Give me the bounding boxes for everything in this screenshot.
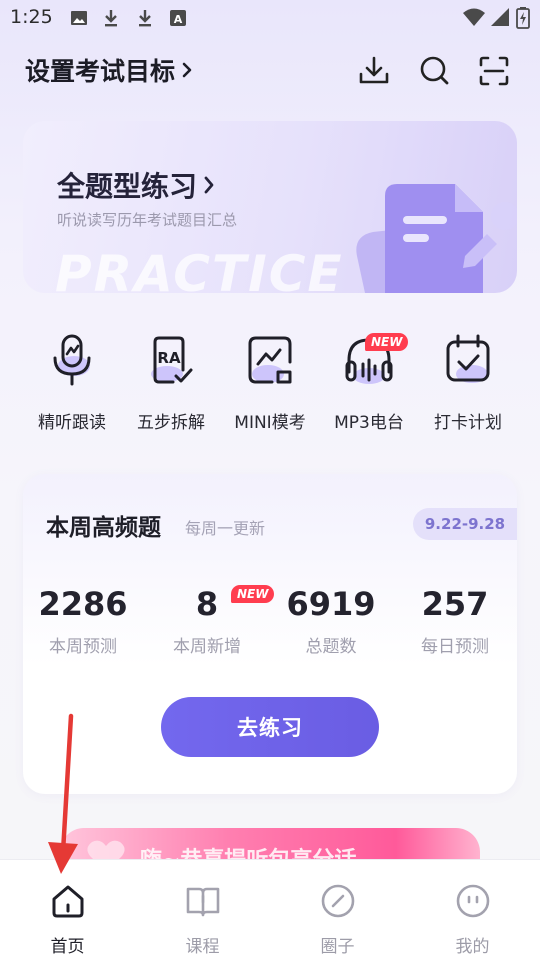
tool-label: 五步拆解 [137,413,205,433]
download-icon [359,56,389,84]
tool-checkin-plan[interactable]: 打卡计划 [418,332,518,433]
home-icon [52,885,84,918]
nav-label: 圈子 [320,937,355,957]
ra-icon-text: RA [157,349,181,367]
chevron-right-icon [204,176,214,194]
nav-item-home[interactable]: 首页 [0,860,135,960]
search-icon [420,56,449,85]
scan-icon [479,56,509,86]
stat-daily-prediction[interactable]: 257 每日预测 [395,584,515,657]
tool-mp3-radio[interactable]: NEW MP3电台 [319,332,419,433]
nav-item-courses[interactable]: 课程 [135,860,270,960]
mini-exam-icon [248,336,292,384]
tool-label: 精听跟读 [38,413,106,433]
stat-total-questions[interactable]: 6919 总题数 [271,584,391,657]
quick-tools: 精听跟读 RA 五步拆解 MINI模考 NEW MP3电台 打卡计划 [0,332,540,442]
tool-mini-exam[interactable]: MINI模考 [220,332,320,433]
tool-label: 打卡计划 [434,413,502,433]
scan-button[interactable] [477,54,511,88]
document-illustration-icon [356,184,517,293]
microphone-icon [53,334,91,386]
nav-label: 我的 [455,937,490,957]
tool-five-step[interactable]: RA 五步拆解 [121,332,221,433]
stat-label: 总题数 [305,637,357,657]
book-icon [186,887,220,917]
new-badge: NEW [365,333,409,351]
nav-item-profile[interactable]: 我的 [405,860,540,960]
exam-goal-selector[interactable]: 设置考试目标 [25,52,193,88]
wifi-icon [463,8,485,26]
tool-intensive-listening[interactable]: 精听跟读 [22,332,122,433]
date-range-badge: 9.22-9.28 [413,508,517,540]
svg-text:A: A [174,13,183,26]
image-icon [71,11,87,25]
status-time: 1:25 [10,6,53,28]
nav-label: 课程 [185,937,220,957]
stat-value: 6919 [286,585,376,623]
stat-value: 2286 [38,585,128,623]
download-button[interactable] [357,54,391,88]
chevron-right-icon [182,62,192,78]
face-icon [456,884,490,918]
stat-label: 每日预测 [421,637,489,657]
nav-item-community[interactable]: 圈子 [270,860,405,960]
banner-subtitle: 听说读写历年考试题目汇总 [57,211,238,229]
weekly-high-frequency-card: 本周高频题 每周一更新 9.22-9.28 2286 本周预测 8 本周新增 N… [23,474,517,794]
exam-goal-label: 设置考试目标 [25,57,176,86]
banner-title: 全题型练习 [57,170,198,203]
bottom-nav: 首页 课程 圈子 我的 [0,859,540,960]
tool-label: MP3电台 [334,413,404,433]
signal-icon [491,8,509,26]
weekly-title: 本周高频题 [46,515,161,541]
font-icon: A [170,10,186,26]
calendar-check-icon [446,334,490,383]
all-question-practice-banner[interactable]: PRACTICE 全题型练习 听说读写历年考试题目汇总 [23,121,517,293]
nav-label: 首页 [50,937,85,957]
battery-icon [516,7,530,29]
weekly-subtitle: 每周一更新 [185,519,266,538]
new-badge: NEW [231,585,275,603]
stat-label: 本周新增 [173,637,241,657]
banner-watermark: PRACTICE [55,245,344,293]
circle-slash-icon [321,884,355,918]
download-icon [139,10,151,27]
status-bar: 1:25 A [0,0,540,36]
download-icon [105,10,117,27]
stat-value: 257 [421,585,489,623]
stat-weekly-prediction[interactable]: 2286 本周预测 [23,584,143,657]
tool-label: MINI模考 [234,413,306,433]
ra-check-icon: RA [151,336,193,384]
stat-label: 本周预测 [49,637,117,657]
banner-title-row: 全题型练习 [57,165,215,205]
go-practice-button[interactable]: 去练习 [161,697,379,757]
search-button[interactable] [418,54,452,88]
